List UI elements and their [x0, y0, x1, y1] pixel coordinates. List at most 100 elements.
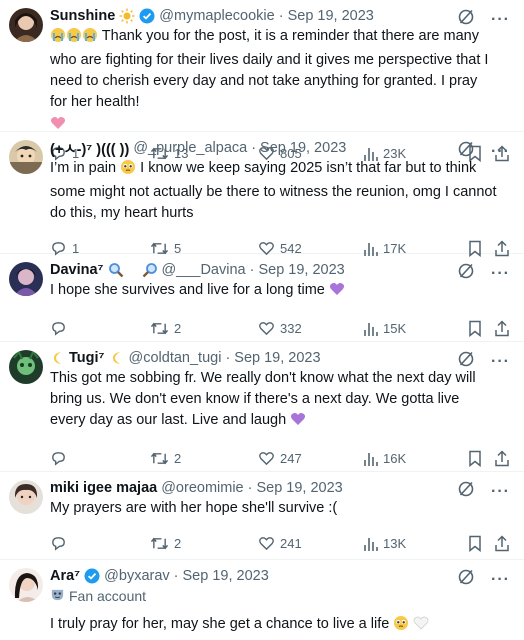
display-name[interactable]: Davina⁷ — [50, 262, 104, 278]
retweet-button[interactable]: 2 — [150, 525, 181, 561]
avatar[interactable] — [9, 140, 43, 174]
reply-button[interactable] — [50, 310, 67, 346]
white-heart-emoji-icon — [413, 615, 429, 638]
display-name[interactable]: miki igee majaa — [50, 480, 157, 496]
avatar[interactable] — [9, 480, 43, 514]
pleading-face-emoji-icon — [120, 159, 136, 182]
more-icon[interactable]: ··· — [491, 143, 510, 159]
tweet-header: (+ㅅ-)⁷ )((( )) @_purple_alpaca · Sep 19,… — [50, 138, 512, 158]
more-icon[interactable]: ··· — [491, 11, 510, 27]
tweet-header-actions: ··· — [457, 8, 510, 31]
retweet-icon — [150, 452, 169, 464]
more-icon[interactable]: ··· — [491, 571, 510, 587]
tweet[interactable]: miki igee majaa @oreomimie · Sep 19, 202… — [0, 472, 524, 560]
avatar[interactable] — [9, 262, 43, 296]
handle[interactable]: @_purple_alpaca — [133, 140, 247, 156]
views-button[interactable]: 16K — [363, 440, 406, 476]
handle[interactable]: @byxarav — [104, 568, 170, 584]
display-name[interactable]: Ara⁷ — [50, 568, 80, 584]
slashed-circle-icon[interactable] — [457, 350, 475, 373]
slashed-circle-icon[interactable] — [457, 8, 475, 31]
mask-emoji-icon — [50, 587, 65, 605]
reply-button[interactable] — [50, 440, 67, 476]
like-button[interactable]: 247 — [258, 440, 302, 476]
heart-icon — [259, 451, 274, 465]
views-count: 16K — [383, 450, 407, 466]
tweet-header-actions: ··· — [457, 262, 510, 285]
tweet-text-content: I know we keep saying 2025 isn’t that fa… — [50, 160, 497, 221]
like-count: 332 — [280, 320, 302, 336]
retweet-button[interactable]: 2 — [150, 310, 181, 346]
tweet[interactable]: (+ㅅ-)⁷ )((( )) @_purple_alpaca · Sep 19,… — [0, 132, 524, 257]
slashed-circle-icon[interactable] — [457, 568, 475, 591]
sun-emoji-icon — [119, 8, 135, 24]
like-button[interactable]: 241 — [258, 525, 302, 561]
views-button[interactable]: 15K — [363, 310, 406, 346]
separator: · — [251, 140, 257, 156]
tweet-header-actions: ··· — [457, 480, 510, 503]
tweet-header: Davina⁷ @___Davina · Sep 19, 2023 — [50, 260, 512, 280]
pleading-face-emoji-icon — [393, 615, 409, 638]
reply-button[interactable] — [50, 525, 67, 561]
heart-icon — [259, 536, 274, 550]
avatar[interactable] — [9, 350, 43, 384]
tweet-text-content: This got me sobbing fr. We really don't … — [50, 370, 476, 428]
bookmark-icon — [469, 535, 481, 552]
crying-emoji-icon — [50, 27, 98, 50]
more-icon[interactable]: ··· — [491, 265, 510, 281]
timestamp[interactable]: Sep 19, 2023 — [260, 140, 346, 156]
tweet-header: Tugi⁷ @coldtan_tugi · Sep 19, 2023 — [50, 348, 512, 368]
like-count: 247 — [280, 450, 302, 466]
avatar[interactable] — [9, 568, 43, 602]
timestamp[interactable]: Sep 19, 2023 — [234, 350, 320, 366]
timestamp[interactable]: Sep 19, 2023 — [258, 262, 344, 278]
avatar[interactable] — [9, 8, 43, 42]
timestamp[interactable]: Sep 19, 2023 — [256, 480, 342, 496]
tweet-header-actions: ··· — [457, 140, 510, 163]
timestamp[interactable]: Sep 19, 2023 — [183, 568, 269, 584]
verified-badge-icon — [84, 568, 100, 584]
display-name[interactable]: (+ㅅ-)⁷ )((( )) — [50, 138, 129, 159]
retweet-count: 2 — [174, 320, 182, 336]
tweet[interactable]: Davina⁷ @___Davina · Sep 19, 2023 ··· I … — [0, 254, 524, 342]
crescent-moon-emoji-icon — [50, 350, 66, 366]
display-name[interactable]: Sunshine — [50, 8, 115, 24]
views-icon — [364, 537, 378, 551]
handle[interactable]: @coldtan_tugi — [129, 350, 222, 366]
handle[interactable]: @mymaplecookie — [159, 8, 274, 24]
views-button[interactable]: 13K — [363, 525, 406, 561]
separator: · — [278, 8, 284, 24]
slashed-circle-icon[interactable] — [457, 140, 475, 163]
share-button[interactable] — [494, 440, 510, 476]
tweet[interactable]: Tugi⁷ @coldtan_tugi · Sep 19, 2023 ··· T… — [0, 342, 524, 472]
bookmark-button[interactable] — [468, 310, 482, 346]
like-button[interactable]: 332 — [258, 310, 302, 346]
more-icon[interactable]: ··· — [491, 483, 510, 499]
tweet[interactable]: Ara⁷ @byxarav · Sep 19, 2023 ··· Fan acc… — [0, 560, 524, 640]
timestamp[interactable]: Sep 19, 2023 — [288, 8, 374, 24]
bookmark-button[interactable] — [468, 525, 482, 561]
reply-icon — [52, 321, 65, 336]
tweet-text: I hope she survives and live for a long … — [50, 280, 512, 304]
reply-feed: Sunshine @mymaplecookie · Sep 19, 2023 ·… — [0, 0, 524, 640]
tweet[interactable]: Sunshine @mymaplecookie · Sep 19, 2023 ·… — [0, 0, 524, 162]
share-icon — [495, 534, 509, 551]
heart-icon — [259, 321, 274, 335]
share-icon — [495, 319, 509, 336]
more-icon[interactable]: ··· — [491, 353, 510, 369]
bookmark-button[interactable] — [468, 440, 482, 476]
display-name[interactable]: Tugi⁷ — [69, 350, 105, 366]
handle[interactable]: @oreomimie — [161, 480, 243, 496]
tweet-header: miki igee majaa @oreomimie · Sep 19, 202… — [50, 478, 512, 498]
retweet-button[interactable]: 2 — [150, 440, 181, 476]
tweet-text: My prayers are with her hope she'll surv… — [50, 498, 512, 519]
tweet-header-actions: ··· — [457, 350, 510, 373]
bookmark-icon — [469, 320, 481, 337]
views-icon — [364, 452, 378, 466]
share-button[interactable] — [494, 310, 510, 346]
handle[interactable]: @___Davina — [162, 262, 246, 278]
slashed-circle-icon[interactable] — [457, 480, 475, 503]
retweet-count: 2 — [174, 535, 182, 551]
share-button[interactable] — [494, 525, 510, 561]
slashed-circle-icon[interactable] — [457, 262, 475, 285]
